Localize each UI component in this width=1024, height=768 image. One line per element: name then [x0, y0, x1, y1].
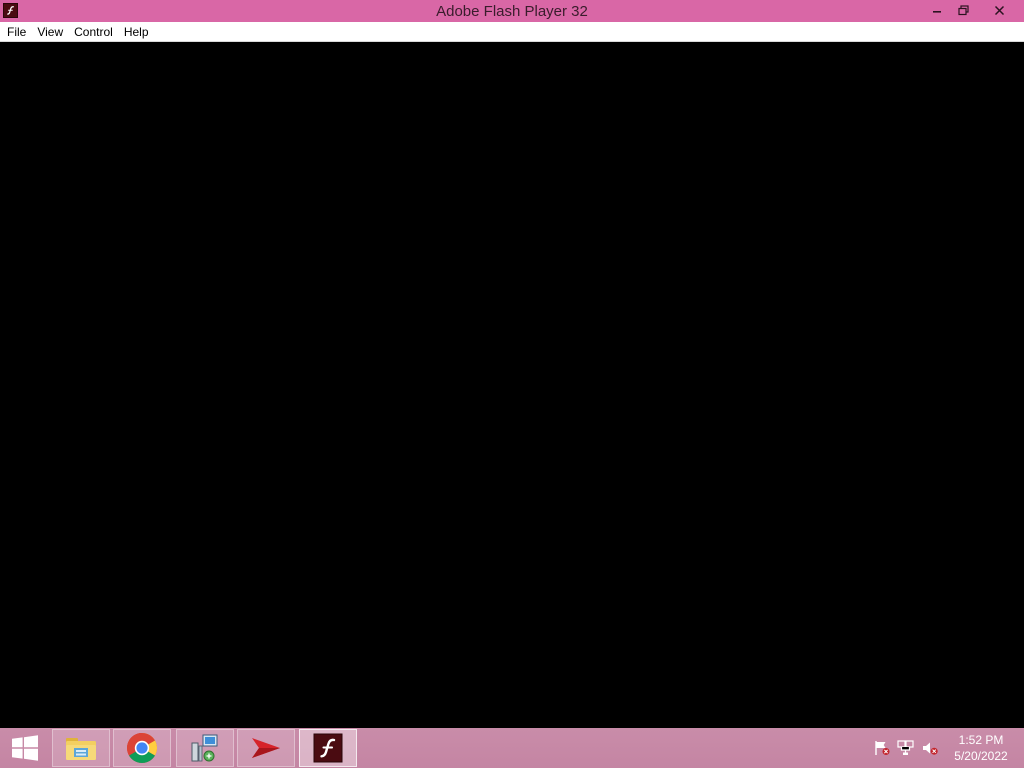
- chrome-icon: [126, 732, 158, 764]
- minimize-icon: [933, 11, 941, 13]
- clock-date: 5/20/2022: [954, 749, 1008, 763]
- action-center-flag-icon[interactable]: [873, 740, 891, 756]
- clock-time: 1:52 PM: [958, 733, 1004, 747]
- flash-player-icon[interactable]: [3, 3, 18, 18]
- volume-muted-icon[interactable]: [921, 740, 939, 756]
- menu-bar: File View Control Help: [0, 22, 1024, 42]
- menu-control[interactable]: Control: [68, 22, 118, 42]
- restore-icon: [957, 4, 969, 15]
- title-bar[interactable]: Adobe Flash Player 32: [0, 0, 1024, 22]
- desktop-screen: Adobe Flash Player 32 File View Control …: [0, 0, 1024, 768]
- window-title: Adobe Flash Player 32: [436, 3, 588, 20]
- windows-logo-icon: [12, 735, 38, 761]
- start-button[interactable]: [0, 728, 50, 768]
- taskbar-file-explorer[interactable]: [52, 729, 110, 767]
- network-icon[interactable]: [897, 740, 915, 756]
- close-icon: [994, 5, 1004, 15]
- taskbar-chrome[interactable]: [113, 729, 171, 767]
- red-arrow-icon: [252, 738, 280, 758]
- taskbar: 1:52 PM 5/20/2022: [0, 728, 1024, 768]
- computer-network-icon: [191, 734, 218, 762]
- folder-icon: [66, 738, 96, 760]
- taskbar-network-setup[interactable]: [176, 729, 234, 767]
- flash-player-icon: [313, 733, 343, 763]
- menu-help[interactable]: Help: [118, 22, 154, 42]
- flash-stage[interactable]: [0, 42, 1024, 728]
- close-button[interactable]: [976, 0, 1022, 20]
- taskbar-arrow-app[interactable]: [237, 729, 295, 767]
- taskbar-flash-player[interactable]: [299, 729, 357, 767]
- menu-view[interactable]: View: [31, 22, 68, 42]
- menu-file[interactable]: File: [0, 22, 31, 42]
- minimize-button[interactable]: [924, 0, 950, 20]
- system-clock[interactable]: 1:52 PM 5/20/2022: [944, 732, 1018, 764]
- restore-button[interactable]: [950, 0, 976, 20]
